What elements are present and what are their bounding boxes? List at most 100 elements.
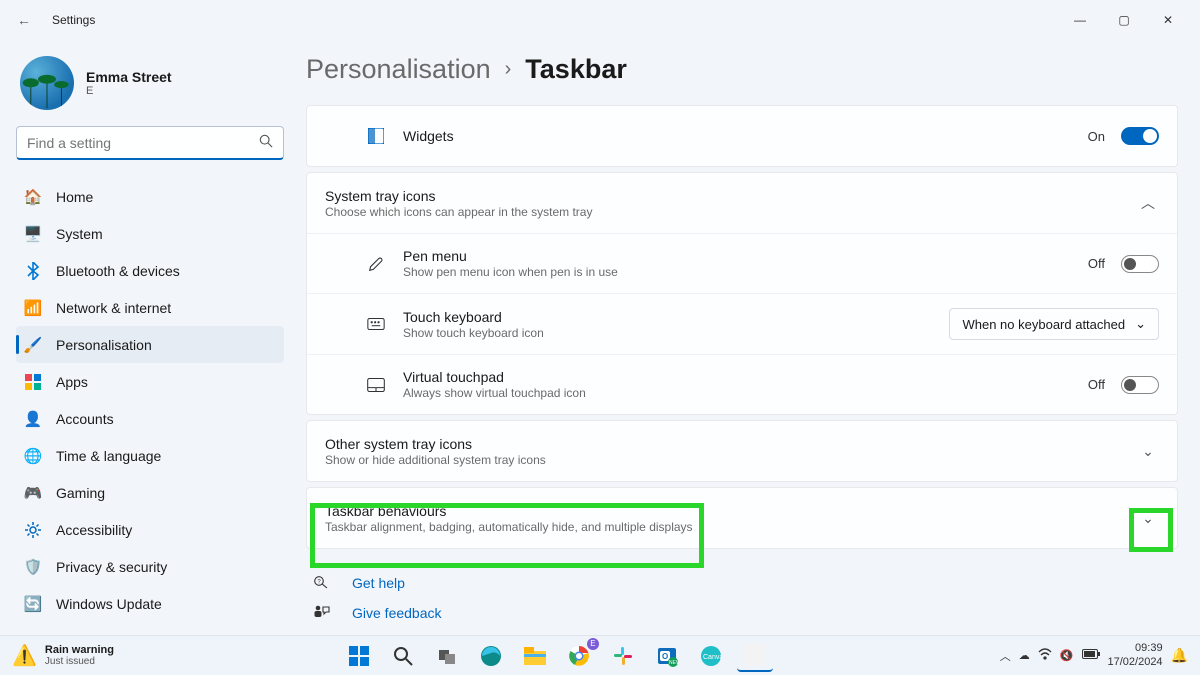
apps-icon xyxy=(24,373,42,391)
widgets-card[interactable]: Widgets On xyxy=(306,105,1178,167)
breadcrumb-current: Taskbar xyxy=(525,54,627,85)
get-help-link[interactable]: ? Get help xyxy=(314,568,1178,598)
feedback-icon xyxy=(314,604,332,623)
system-tray-header[interactable]: System tray icons Choose which icons can… xyxy=(307,173,1177,233)
taskview-icon[interactable] xyxy=(429,640,465,672)
systemtray-desc: Choose which icons can appear in the sys… xyxy=(325,205,1121,219)
widgets-state: On xyxy=(1088,129,1105,144)
sidebar-item-time-language[interactable]: 🌐Time & language xyxy=(16,437,284,474)
avatar xyxy=(20,56,74,110)
minimize-button[interactable]: — xyxy=(1058,13,1102,27)
canva-icon[interactable]: Canva xyxy=(693,640,729,672)
home-icon: 🏠 xyxy=(24,188,42,206)
sidebar-item-accessibility[interactable]: Accessibility xyxy=(16,511,284,548)
sidebar-item-label: Bluetooth & devices xyxy=(56,263,180,279)
sidebar-item-gaming[interactable]: 🎮Gaming xyxy=(16,474,284,511)
nav-list: 🏠 Home 🖥️ System Bluetooth & devices 📶 Network… xyxy=(16,178,284,622)
edge-icon[interactable] xyxy=(473,640,509,672)
other-systray-card[interactable]: Other system tray icons Show or hide add… xyxy=(306,420,1178,482)
sidebar-item-apps[interactable]: Apps xyxy=(16,363,284,400)
network-icon: 📶 xyxy=(24,299,42,317)
sidebar-item-network-internet[interactable]: 📶 Network & internet xyxy=(16,289,284,326)
touch-keyboard-row[interactable]: Touch keyboard Show touch keyboard icon … xyxy=(307,293,1177,354)
accessibility-icon xyxy=(24,521,42,539)
sidebar-item-label: System xyxy=(56,226,103,242)
touchpad-icon xyxy=(365,378,387,392)
chevron-down-icon: ⌄ xyxy=(1137,443,1159,460)
sidebar-item-label: Privacy & security xyxy=(56,559,167,575)
breadcrumb-root[interactable]: Personalisation xyxy=(306,54,491,85)
tray-chevron-icon[interactable]: ︿ xyxy=(1000,648,1011,664)
app-icon[interactable] xyxy=(737,640,773,672)
sidebar-item-personalisation[interactable]: 🖌️ Personalisation xyxy=(16,326,284,363)
update-icon: 🔄 xyxy=(24,595,42,613)
accounts-icon: 👤 xyxy=(24,410,42,428)
chrome-icon[interactable]: E xyxy=(561,640,597,672)
system-icon: 🖥️ xyxy=(24,225,42,243)
search-input[interactable] xyxy=(27,135,259,151)
sidebar-item-system[interactable]: 🖥️ System xyxy=(16,215,284,252)
sidebar-item-home[interactable]: 🏠 Home xyxy=(16,178,284,215)
sidebar-item-label: Accounts xyxy=(56,411,114,427)
sidebar-item-accounts[interactable]: 👤 Accounts xyxy=(16,400,284,437)
volume-icon[interactable]: 🔇 xyxy=(1060,649,1074,662)
outlook-icon[interactable]: ONEW xyxy=(649,640,685,672)
sidebar-item-bluetooth-devices[interactable]: Bluetooth & devices xyxy=(16,252,284,289)
sidebar-item-windows-update[interactable]: 🔄 Windows Update xyxy=(16,585,284,622)
back-button[interactable]: ← xyxy=(10,12,38,28)
start-button[interactable] xyxy=(341,640,377,672)
bluetooth-icon xyxy=(24,262,42,280)
privacy-icon: 🛡️ xyxy=(24,558,42,576)
weather-widget[interactable]: ⚠️ Rain warning Just issued xyxy=(12,643,114,668)
sidebar-item-label: Home xyxy=(56,189,93,205)
taskbar-behaviours-card[interactable]: Taskbar behaviours Taskbar alignment, ba… xyxy=(306,487,1178,549)
sidebar-item-label: Accessibility xyxy=(56,522,132,538)
sidebar-item-label: Time & language xyxy=(56,448,161,464)
pen-icon xyxy=(365,255,387,273)
clock[interactable]: 09:39 17/02/2024 xyxy=(1108,642,1163,668)
help-icon: ? xyxy=(314,574,332,593)
search-box[interactable] xyxy=(16,126,284,160)
search-taskbar-icon[interactable] xyxy=(385,640,421,672)
svg-text:NEW: NEW xyxy=(669,660,678,666)
breadcrumb: Personalisation › Taskbar xyxy=(306,40,1178,105)
sidebar-item-privacy-security[interactable]: 🛡️ Privacy & security xyxy=(16,548,284,585)
touchpad-toggle[interactable] xyxy=(1121,376,1159,394)
widgets-toggle[interactable] xyxy=(1121,127,1159,145)
pen-menu-row[interactable]: Pen menu Show pen menu icon when pen is … xyxy=(307,233,1177,293)
give-feedback-link[interactable]: Give feedback xyxy=(314,598,1178,628)
chevron-down-icon: ⌄ xyxy=(1135,316,1146,332)
maximize-button[interactable]: ▢ xyxy=(1102,13,1146,27)
sidebar-item-label: Windows Update xyxy=(56,596,162,612)
personalisation-icon: 🖌️ xyxy=(24,336,42,354)
profile-sub: E xyxy=(86,85,172,97)
profile-name: Emma Street xyxy=(86,69,172,85)
keyboard-icon xyxy=(365,318,387,330)
pen-toggle[interactable] xyxy=(1121,255,1159,273)
chevron-up-icon: ︿ xyxy=(1137,193,1159,213)
svg-text:O: O xyxy=(662,652,668,661)
slack-icon[interactable] xyxy=(605,640,641,672)
window-title: Settings xyxy=(52,13,95,27)
systemtray-title: System tray icons xyxy=(325,188,1121,204)
widgets-icon xyxy=(365,128,387,144)
sidebar-item-label: Network & internet xyxy=(56,300,171,316)
notifications-icon[interactable]: 🔔 xyxy=(1171,647,1188,664)
sidebar: Emma Street E 🏠 Home 🖥️ System Bluetooth & d… xyxy=(0,40,300,635)
explorer-icon[interactable] xyxy=(517,640,553,672)
profile-block[interactable]: Emma Street E xyxy=(16,48,284,126)
taskbar: ⚠️ Rain warning Just issued E ONEW Canva… xyxy=(0,635,1200,675)
sidebar-item-label: Apps xyxy=(56,374,88,390)
sidebar-item-label: Personalisation xyxy=(56,337,152,353)
wifi-icon[interactable] xyxy=(1038,648,1052,663)
battery-icon[interactable] xyxy=(1082,649,1100,662)
touch-keyboard-dropdown[interactable]: When no keyboard attached ⌄ xyxy=(949,308,1159,340)
virtual-touchpad-row[interactable]: Virtual touchpad Always show virtual tou… xyxy=(307,354,1177,414)
chevron-right-icon: › xyxy=(505,58,512,81)
onedrive-icon[interactable]: ☁ xyxy=(1019,649,1030,662)
chevron-down-icon: ⌄ xyxy=(1137,510,1159,527)
close-button[interactable]: ✕ xyxy=(1146,13,1190,27)
search-icon xyxy=(259,134,273,151)
weather-icon: ⚠️ xyxy=(12,643,37,668)
content-area: Personalisation › Taskbar Widgets On Sys… xyxy=(300,40,1200,635)
